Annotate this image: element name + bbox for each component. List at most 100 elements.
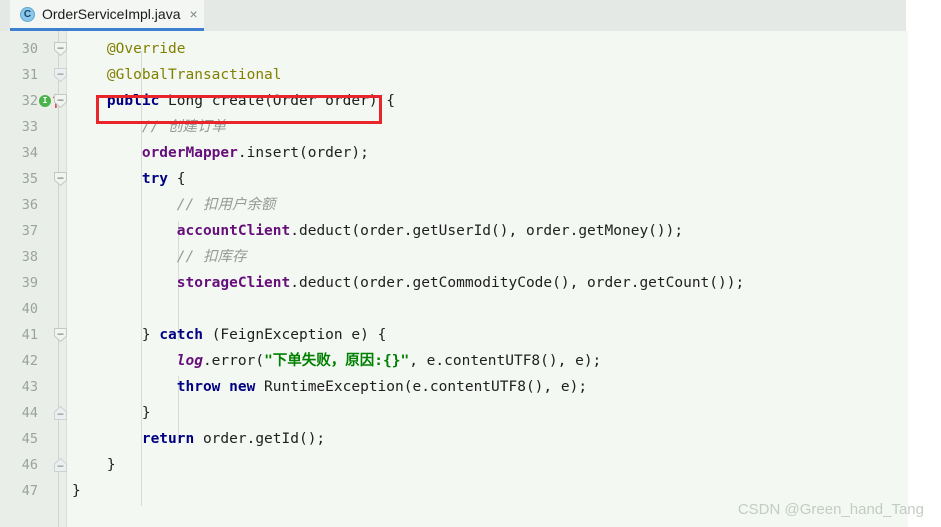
line-number: 41 — [21, 327, 38, 343]
gutter-marks[interactable]: I — [38, 88, 67, 114]
code-row[interactable]: 37 accountClient.deduct(order.getUserId(… — [0, 218, 908, 244]
code-text: // 扣用户余额 — [72, 192, 276, 218]
line-number: 44 — [21, 405, 38, 421]
gutter-marks[interactable] — [38, 426, 58, 452]
call-error: .error( — [202, 353, 265, 369]
gutter-marks[interactable] — [38, 62, 67, 88]
editor-tab-bar: C OrderServiceImpl.java × — [0, 0, 906, 31]
call-insert: .insert(order); — [237, 145, 369, 161]
gutter-marks[interactable] — [38, 192, 58, 218]
gutter-marks[interactable] — [38, 348, 58, 374]
code-row[interactable]: 36 // 扣用户余额 — [0, 192, 908, 218]
line-number: 37 — [21, 223, 38, 239]
fold-collapse-icon[interactable] — [54, 42, 67, 56]
code-text: storageClient.deduct(order.getCommodityC… — [72, 270, 744, 296]
annotation-globaltransactional: @GlobalTransactional — [72, 67, 282, 83]
gutter-marks[interactable] — [38, 244, 58, 270]
code-text: accountClient.deduct(order.getUserId(), … — [72, 218, 683, 244]
gutter-marks[interactable] — [38, 270, 58, 296]
line-number: 47 — [21, 483, 38, 499]
gutter-marks[interactable] — [38, 322, 67, 348]
fold-collapse-icon[interactable] — [54, 328, 67, 342]
line-number: 35 — [21, 171, 38, 187]
code-row[interactable]: 45 return order.getId(); — [0, 426, 908, 452]
code-text: orderMapper.insert(order); — [72, 140, 369, 166]
line-number: 46 — [21, 457, 38, 473]
code-row[interactable]: 30 @Override — [0, 36, 908, 62]
code-text: @Override — [72, 36, 186, 62]
code-row[interactable]: 32 I public Long create(Order order) { — [0, 88, 908, 114]
code-row[interactable]: 34 orderMapper.insert(order); — [0, 140, 908, 166]
log-args: , e.contentUTF8(), e); — [409, 353, 602, 369]
fold-collapse-icon[interactable] — [54, 68, 67, 82]
code-row[interactable]: 31 @GlobalTransactional — [0, 62, 908, 88]
gutter-marks[interactable] — [38, 114, 58, 140]
line-number: 45 — [21, 431, 38, 447]
gutter-marks[interactable] — [38, 218, 58, 244]
gutter-marks[interactable] — [38, 400, 67, 426]
code-text: try { — [72, 166, 186, 192]
code-row[interactable]: 35 try { — [0, 166, 908, 192]
line-number: 40 — [21, 301, 38, 317]
gutter-marks[interactable] — [38, 36, 67, 62]
code-text: @GlobalTransactional — [72, 62, 282, 88]
close-brace-try: } — [72, 327, 160, 343]
code-text: return order.getId(); — [72, 426, 325, 452]
code-editor-area[interactable]: 30 @Override 31 @GlobalTransactional 32 … — [0, 31, 908, 527]
java-class-icon: C — [20, 6, 35, 22]
gutter-marks[interactable] — [38, 452, 67, 478]
comment-create-order: // 创建订单 — [72, 119, 227, 135]
code-text: } catch (FeignException e) { — [72, 322, 386, 348]
gutter-marks[interactable] — [38, 166, 67, 192]
code-row[interactable]: 41 } catch (FeignException e) { — [0, 322, 908, 348]
code-row[interactable]: 44 } — [0, 400, 908, 426]
call-deduct-account: .deduct(order.getUserId(), order.getMone… — [290, 223, 684, 239]
line-number: 43 — [21, 379, 38, 395]
string-literal-order-failed: "下单失败，原因:{}" — [264, 353, 410, 369]
editor-tab-orderserviceimpl[interactable]: C OrderServiceImpl.java × — [10, 0, 204, 31]
static-field-log: log — [72, 353, 203, 369]
close-icon[interactable]: × — [190, 7, 198, 21]
return-expr: order.getId(); — [194, 431, 326, 447]
code-row[interactable]: 42 log.error("下单失败，原因:{}", e.contentUTF8… — [0, 348, 908, 374]
try-brace: { — [168, 171, 186, 187]
code-row[interactable]: 33 // 创建订单 — [0, 114, 908, 140]
code-text: // 创建订单 — [72, 114, 226, 140]
fold-collapse-icon[interactable] — [54, 172, 67, 186]
runtime-exception-expr: RuntimeException(e.contentUTF8(), e); — [255, 379, 588, 395]
line-number: 42 — [21, 353, 38, 369]
code-text: public Long create(Order order) { — [72, 88, 395, 114]
gutter-marks[interactable] — [38, 296, 58, 322]
code-row[interactable]: 46 } — [0, 452, 908, 478]
catch-params: (FeignException e) { — [202, 327, 387, 343]
fold-expand-icon[interactable] — [54, 406, 67, 420]
code-text: } — [72, 483, 81, 499]
field-ordermapper: orderMapper — [72, 145, 238, 161]
comment-deduct-balance: // 扣用户余额 — [72, 197, 276, 213]
keyword-try: try — [72, 171, 169, 187]
keyword-throw-new: throw new — [72, 379, 256, 395]
editor-tab-label: OrderServiceImpl.java — [42, 6, 181, 22]
keyword-return: return — [72, 431, 195, 447]
code-text: // 扣库存 — [72, 244, 247, 270]
code-row[interactable]: 40 — [0, 296, 908, 322]
line-number: 34 — [21, 145, 38, 161]
code-row[interactable]: 38 // 扣库存 — [0, 244, 908, 270]
keyword-catch: catch — [159, 327, 203, 343]
code-row[interactable]: 39 storageClient.deduct(order.getCommodi… — [0, 270, 908, 296]
call-deduct-storage: .deduct(order.getCommodityCode(), order.… — [290, 275, 745, 291]
code-lines: 30 @Override 31 @GlobalTransactional 32 … — [0, 36, 908, 504]
code-text: } — [72, 405, 151, 421]
implementation-marker-icon[interactable]: I — [39, 95, 51, 107]
gutter-marks[interactable] — [38, 478, 58, 504]
code-text: } — [72, 457, 116, 473]
code-text: throw new RuntimeException(e.contentUTF8… — [72, 374, 587, 400]
comment-deduct-stock: // 扣库存 — [72, 249, 247, 265]
gutter-marks[interactable] — [38, 140, 58, 166]
line-number: 31 — [21, 67, 38, 83]
fold-expand-icon[interactable] — [54, 458, 67, 472]
field-storageclient: storageClient — [72, 275, 291, 291]
fold-collapse-icon[interactable] — [54, 94, 67, 108]
code-row[interactable]: 43 throw new RuntimeException(e.contentU… — [0, 374, 908, 400]
gutter-marks[interactable] — [38, 374, 58, 400]
